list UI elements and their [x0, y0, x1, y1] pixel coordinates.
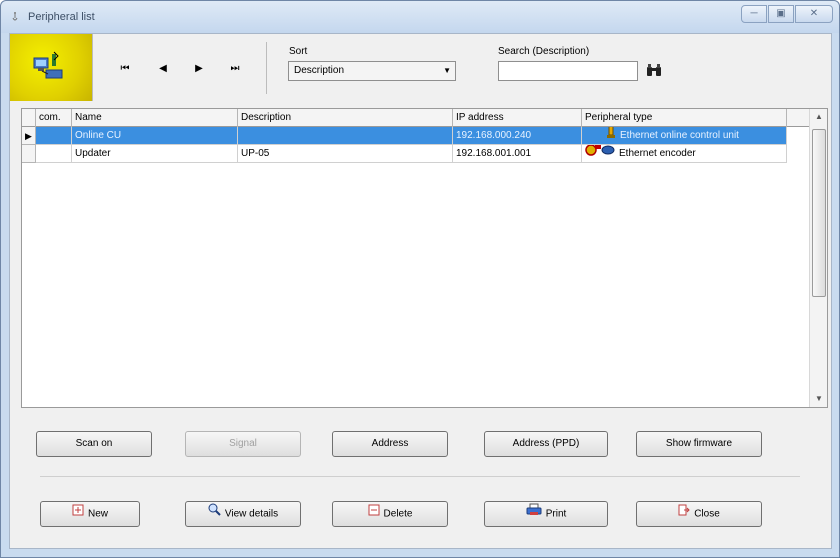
table-row[interactable]: ▶ Online CU 192.168.000.240 Ethernet onl… — [22, 127, 809, 145]
vertical-scrollbar[interactable]: ▲ ▼ — [809, 109, 827, 407]
previous-record-button[interactable]: ◀ — [152, 61, 174, 77]
cell-peripheral-type: Ethernet online control unit — [582, 127, 787, 145]
delete-label: Delete — [383, 508, 413, 520]
row-indicator — [22, 145, 36, 163]
cell-ip-address: 192.168.000.240 — [453, 127, 582, 145]
peripheral-type-text: Ethernet encoder — [619, 147, 696, 159]
scroll-down-icon[interactable]: ▼ — [810, 391, 828, 407]
sort-label: Sort — [289, 46, 308, 57]
magnifier-icon — [208, 502, 221, 526]
search-input[interactable] — [498, 61, 638, 81]
delete-button[interactable]: Delete — [332, 501, 448, 527]
toolbar-divider — [266, 42, 267, 94]
print-button[interactable]: Print — [484, 501, 608, 527]
cell-name: Updater — [72, 145, 238, 163]
window-icon — [11, 11, 23, 24]
printer-icon — [526, 502, 542, 526]
scroll-up-icon[interactable]: ▲ — [810, 109, 828, 125]
header-indicator — [22, 109, 36, 127]
client-area: ⏮ ◀ ▶ ⏭ Sort Description ▼ Search (Descr… — [9, 33, 832, 549]
control-unit-icon — [606, 127, 616, 144]
maximize-button[interactable]: ▣ — [768, 5, 794, 23]
delete-icon — [368, 502, 380, 526]
cell-description: UP-05 — [238, 145, 453, 163]
header-description[interactable]: Description — [238, 109, 453, 127]
next-record-button[interactable]: ▶ — [188, 61, 210, 77]
peripheral-type-text: Ethernet online control unit — [620, 129, 739, 141]
print-label: Print — [545, 508, 567, 520]
encoder-icon — [585, 145, 615, 162]
exit-icon — [678, 502, 690, 526]
sort-value: Description — [294, 65, 345, 76]
peripheral-grid: com. Name Description IP address Periphe… — [21, 108, 828, 408]
new-icon — [72, 502, 84, 526]
chevron-down-icon: ▼ — [443, 66, 451, 75]
scan-on-button[interactable]: Scan on — [36, 431, 152, 457]
first-record-button[interactable]: ⏮ — [114, 61, 136, 77]
peripheral-logo-icon — [10, 34, 93, 101]
cell-com — [36, 145, 72, 163]
table-row[interactable]: Updater UP-05 192.168.001.001 Ethernet e… — [22, 145, 809, 163]
address-button[interactable]: Address — [332, 431, 448, 457]
window-title: Peripheral list — [28, 11, 95, 23]
button-divider — [40, 476, 800, 477]
signal-button[interactable]: Signal — [185, 431, 301, 457]
header-com[interactable]: com. — [36, 109, 72, 127]
new-button[interactable]: New — [40, 501, 140, 527]
close-button[interactable]: Close — [636, 501, 762, 527]
new-label: New — [87, 508, 108, 520]
scroll-thumb[interactable] — [812, 129, 826, 297]
close-window-button[interactable]: ✕ — [795, 5, 833, 23]
title-bar[interactable]: Peripheral list ─ ▣ ✕ — [1, 1, 839, 33]
close-label: Close — [694, 508, 720, 520]
cell-com — [36, 127, 72, 145]
view-details-label: View details — [224, 508, 279, 520]
grid-header: com. Name Description IP address Periphe… — [22, 109, 809, 127]
minimize-button[interactable]: ─ — [741, 5, 767, 23]
peripheral-list-window: Peripheral list ─ ▣ ✕ ⏮ ◀ ▶ ⏭ Sort Descr… — [0, 0, 840, 558]
header-name[interactable]: Name — [72, 109, 238, 127]
last-record-button[interactable]: ⏭ — [224, 61, 246, 77]
cell-description — [238, 127, 453, 145]
address-ppd-button[interactable]: Address (PPD) — [484, 431, 608, 457]
cell-peripheral-type: Ethernet encoder — [582, 145, 787, 163]
header-ip-address[interactable]: IP address — [453, 109, 582, 127]
show-firmware-button[interactable]: Show firmware — [636, 431, 762, 457]
header-peripheral-type[interactable]: Peripheral type — [582, 109, 787, 127]
cell-ip-address: 192.168.001.001 — [453, 145, 582, 163]
view-details-button[interactable]: View details — [185, 501, 301, 527]
binoculars-icon[interactable] — [646, 63, 662, 80]
row-indicator-icon: ▶ — [22, 127, 36, 145]
search-label: Search (Description) — [498, 46, 590, 57]
sort-dropdown[interactable]: Description ▼ — [288, 61, 456, 81]
cell-name: Online CU — [72, 127, 238, 145]
